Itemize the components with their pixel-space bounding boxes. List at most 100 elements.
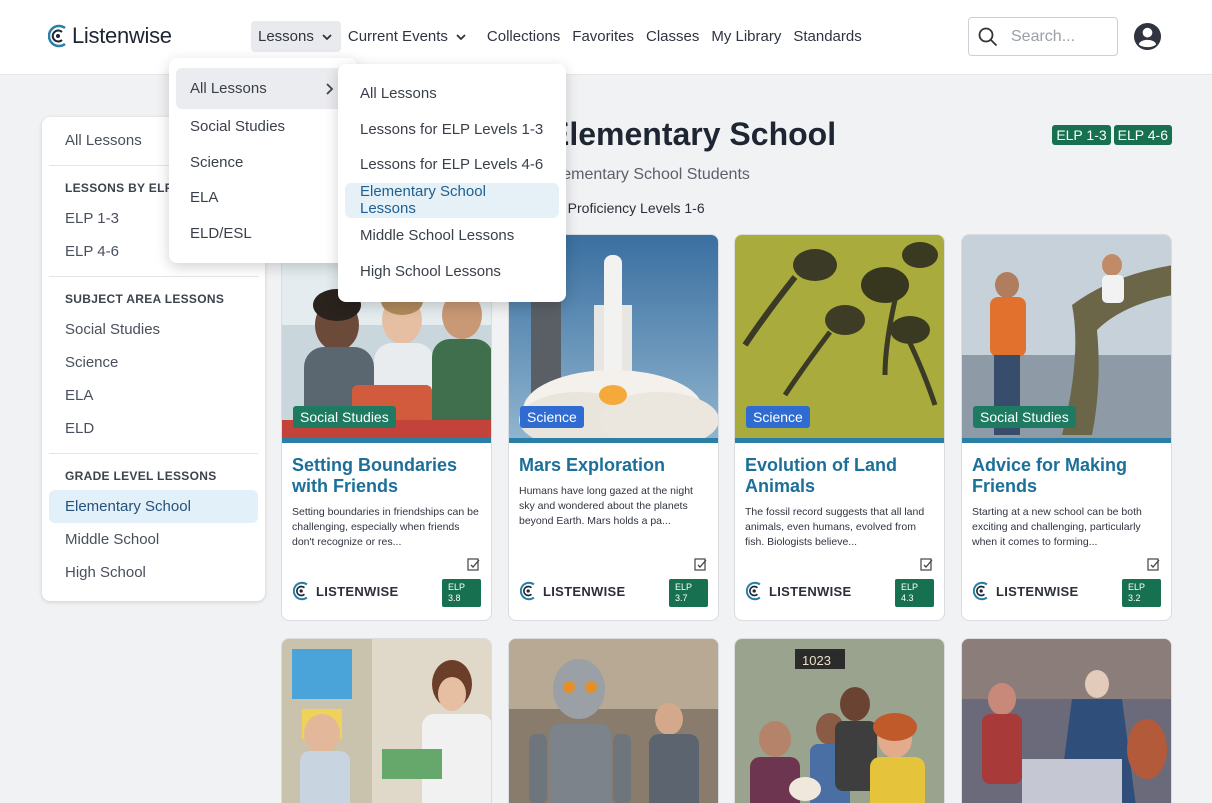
lesson-image bbox=[509, 639, 718, 803]
menu-item-eld-esl[interactable]: ELD/ESL bbox=[176, 216, 350, 252]
menu-item-all-lessons[interactable]: All Lessons bbox=[176, 68, 350, 109]
listenwise-logo[interactable]: Listenwise bbox=[48, 23, 172, 49]
logo-text: Listenwise bbox=[72, 23, 172, 48]
assign-icon[interactable] bbox=[1147, 557, 1161, 571]
card-footer: LISTENWISE ELP 4.3 bbox=[735, 558, 944, 609]
lesson-image: 1023 bbox=[735, 639, 944, 803]
lesson-description: Starting at a new school can be both exc… bbox=[972, 506, 1142, 548]
listenwise-brand: LISTENWISE bbox=[746, 581, 851, 601]
listenwise-brand: LISTENWISE bbox=[973, 581, 1078, 601]
search-icon bbox=[978, 27, 998, 46]
elp-level-badge: ELP 4.3 bbox=[895, 579, 934, 607]
menu-item-label: ELA bbox=[190, 189, 219, 207]
listenwise-brand: LISTENWISE bbox=[520, 581, 625, 601]
brand-text: LISTENWISE bbox=[769, 583, 852, 599]
menu-item-label: ELD/ESL bbox=[190, 224, 252, 242]
submenu-item-elementary-school[interactable]: Elementary School Lessons bbox=[345, 182, 559, 218]
submenu-item-middle-school[interactable]: Middle School Lessons bbox=[345, 218, 559, 254]
sidebar-heading-grade: GRADE LEVEL LESSONS bbox=[65, 469, 217, 483]
assign-icon[interactable] bbox=[920, 557, 934, 571]
listenwise-logo-icon bbox=[973, 581, 988, 601]
elp-label: ELP bbox=[1128, 582, 1146, 592]
nav-collections-label: Collections bbox=[486, 28, 561, 45]
nav-lessons[interactable]: Lessons bbox=[251, 21, 341, 52]
elp-tag-1-3[interactable]: ELP 1-3 bbox=[1052, 125, 1111, 145]
chevron-down-icon bbox=[456, 33, 466, 40]
user-avatar-icon[interactable] bbox=[1133, 22, 1162, 51]
elp-label: ELP bbox=[448, 582, 466, 592]
lesson-description: Humans have long gazed at the night sky … bbox=[519, 485, 693, 527]
lesson-card[interactable]: Social Studies Advice for Making Friends… bbox=[961, 234, 1172, 621]
divider bbox=[49, 453, 258, 454]
elp-tags: ELP 1-3 ELP 4-6 bbox=[1052, 125, 1172, 145]
elp-level-badge: ELP 3.7 bbox=[669, 579, 708, 607]
classroom-image bbox=[282, 639, 491, 803]
nav-standards[interactable]: Standards bbox=[786, 21, 868, 52]
card-footer: LISTENWISE ELP 3.8 bbox=[282, 558, 491, 609]
main-nav: Lessons Current Events Collections Favor… bbox=[251, 21, 869, 52]
elp-label: ELP bbox=[675, 582, 693, 592]
all-lessons-submenu: All Lessons Lessons for ELP Levels 1-3 L… bbox=[338, 64, 566, 302]
search-input[interactable] bbox=[1011, 27, 1111, 46]
elp-level-badge: ELP 3.2 bbox=[1122, 579, 1161, 607]
nurse-painting-image bbox=[962, 639, 1171, 803]
chevron-down-icon bbox=[322, 33, 332, 40]
lesson-image bbox=[282, 639, 491, 803]
lesson-title[interactable]: Evolution of Land Animals bbox=[735, 443, 944, 497]
sidebar-item-high-school[interactable]: High School bbox=[49, 556, 258, 589]
nav-classes[interactable]: Classes bbox=[639, 21, 706, 52]
subject-tag: Science bbox=[520, 406, 584, 428]
family-portrait-image: 1023 bbox=[735, 639, 944, 803]
brand-text: LISTENWISE bbox=[996, 583, 1079, 599]
menu-item-label: Science bbox=[190, 153, 244, 171]
lesson-image: Science bbox=[735, 235, 944, 438]
nav-favorites[interactable]: Favorites bbox=[565, 21, 641, 52]
sidebar-item-ela[interactable]: ELA bbox=[49, 379, 258, 412]
lesson-description: Setting boundaries in friendships can be… bbox=[292, 506, 479, 548]
submenu-item-high-school[interactable]: High School Lessons bbox=[345, 254, 559, 290]
nav-current-events[interactable]: Current Events bbox=[341, 21, 475, 52]
menu-item-label: All Lessons bbox=[190, 80, 267, 97]
menu-item-social-studies[interactable]: Social Studies bbox=[176, 109, 350, 145]
house-number: 1023 bbox=[802, 653, 831, 668]
lesson-title[interactable]: Advice for Making Friends bbox=[962, 443, 1171, 497]
brand-text: LISTENWISE bbox=[543, 583, 626, 599]
subject-tag: Social Studies bbox=[973, 406, 1076, 428]
card-footer: LISTENWISE ELP 3.7 bbox=[509, 558, 718, 609]
sidebar-item-middle-school[interactable]: Middle School bbox=[49, 523, 258, 556]
submenu-item-elp-1-3[interactable]: Lessons for ELP Levels 1-3 bbox=[345, 112, 559, 148]
menu-item-label: Social Studies bbox=[190, 118, 286, 136]
brand-text: LISTENWISE bbox=[316, 583, 399, 599]
search-box[interactable] bbox=[968, 17, 1118, 56]
lesson-card[interactable]: 1023 bbox=[734, 638, 945, 803]
nav-favorites-label: Favorites bbox=[572, 28, 634, 45]
menu-item-science[interactable]: Science bbox=[176, 145, 350, 181]
page-title: Elementary School bbox=[548, 116, 837, 152]
sidebar-item-eld[interactable]: ELD bbox=[49, 412, 258, 445]
lesson-card[interactable] bbox=[281, 638, 492, 803]
assign-icon[interactable] bbox=[694, 557, 708, 571]
listenwise-logo-icon bbox=[746, 581, 761, 601]
elp-value: 3.2 bbox=[1128, 593, 1141, 603]
sidebar-item-elementary-school[interactable]: Elementary School bbox=[49, 490, 258, 523]
submenu-item-elp-4-6[interactable]: Lessons for ELP Levels 4-6 bbox=[345, 147, 559, 183]
elp-tag-4-6[interactable]: ELP 4-6 bbox=[1113, 125, 1172, 145]
nav-current-events-label: Current Events bbox=[347, 28, 448, 45]
assign-icon[interactable] bbox=[467, 557, 481, 571]
subject-tag: Science bbox=[746, 406, 810, 428]
nav-my-library[interactable]: My Library bbox=[704, 21, 788, 52]
lesson-card[interactable] bbox=[961, 638, 1172, 803]
lesson-card[interactable]: Science Evolution of Land Animals The fo… bbox=[734, 234, 945, 621]
sidebar-item-science[interactable]: Science bbox=[49, 346, 258, 379]
nav-collections[interactable]: Collections bbox=[480, 21, 567, 52]
lesson-title[interactable]: Setting Boundaries with Friends bbox=[282, 443, 491, 497]
lessons-dropdown: All Lessons Social Studies Science ELA E… bbox=[169, 58, 357, 263]
lesson-card[interactable] bbox=[508, 638, 719, 803]
sidebar-item-social-studies[interactable]: Social Studies bbox=[49, 313, 258, 346]
submenu-item-all-lessons[interactable]: All Lessons bbox=[345, 76, 559, 112]
listenwise-logo-icon bbox=[48, 24, 66, 48]
elp-value: 3.8 bbox=[448, 593, 461, 603]
lesson-image bbox=[962, 639, 1171, 803]
lesson-title[interactable]: Mars Exploration bbox=[509, 443, 718, 476]
menu-item-ela[interactable]: ELA bbox=[176, 180, 350, 216]
